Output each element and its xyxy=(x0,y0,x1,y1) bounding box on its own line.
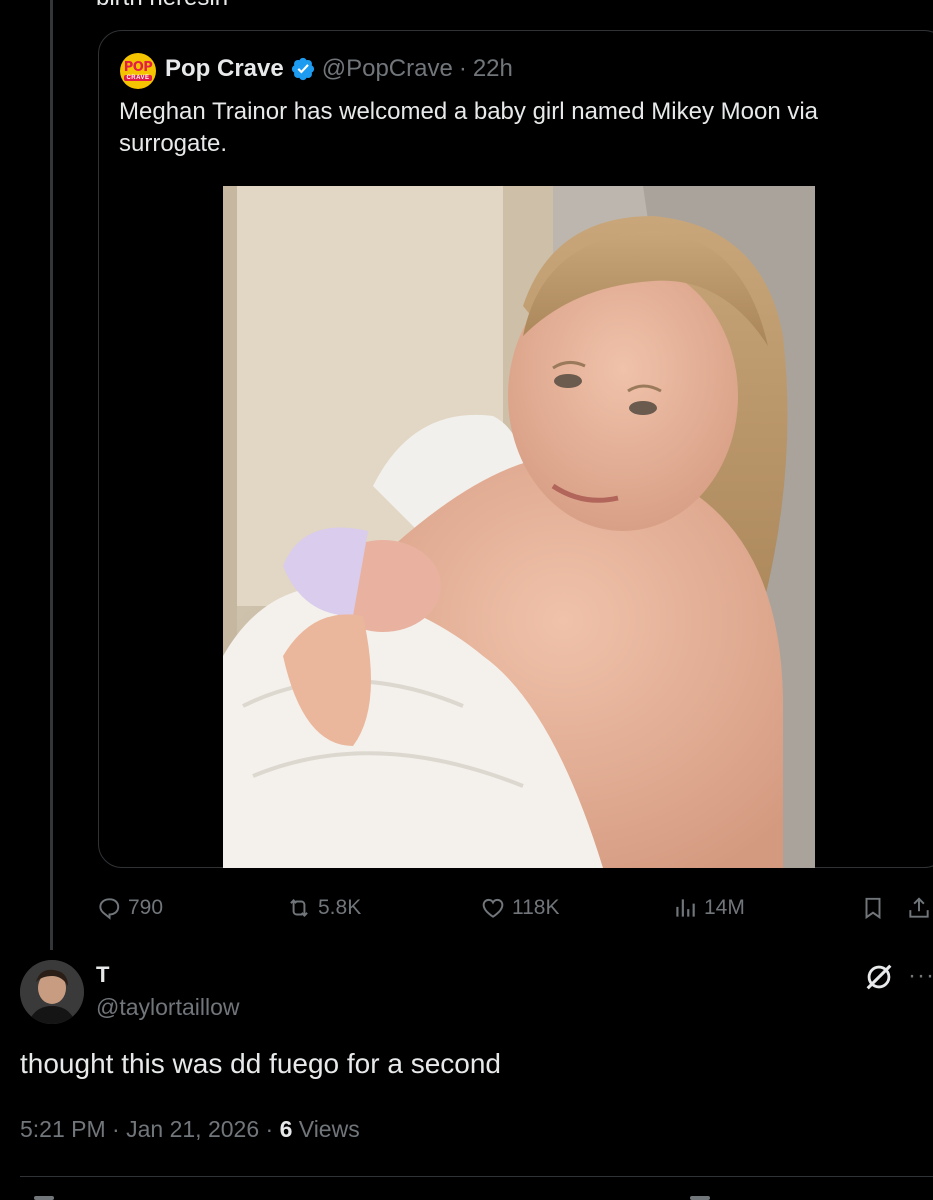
photo-illustration xyxy=(223,186,815,868)
bottom-icon-peek xyxy=(690,1196,710,1200)
cutoff-tweet-text: birth heresin xyxy=(96,0,228,12)
tweet-detail-page: birth heresin POP CRAVE Pop Crave @PopCr… xyxy=(0,0,933,1200)
repost-icon xyxy=(290,899,308,917)
repost-count: 5.8K xyxy=(318,896,362,919)
grok-icon[interactable] xyxy=(862,960,896,994)
avatar-logo-subtext: CRAVE xyxy=(124,75,152,81)
avatar-logo-text: POP xyxy=(123,60,153,75)
views-icon xyxy=(676,899,695,917)
like-count: 118K xyxy=(512,896,560,919)
header-separator: · xyxy=(458,55,467,82)
views-button[interactable]: 14M xyxy=(672,888,745,928)
like-button[interactable]: 118K xyxy=(480,888,560,928)
reply-author-avatar[interactable] xyxy=(20,960,84,1024)
tweet-metadata: 5:21 PM · Jan 21, 2026 · 6 Views xyxy=(20,1116,360,1143)
tweet-time[interactable]: 5:21 PM xyxy=(20,1116,106,1142)
bottom-icon-peek xyxy=(34,1196,54,1200)
tweet-views-count: 6 xyxy=(279,1116,293,1142)
repost-button[interactable]: 5.8K xyxy=(286,888,361,928)
quoted-author-handle[interactable]: @PopCrave xyxy=(322,55,453,83)
reply-author-name[interactable]: T xyxy=(96,962,109,988)
section-divider xyxy=(20,1176,933,1177)
verified-badge-icon xyxy=(290,56,316,82)
reply-tweet-text: thought this was dd fuego for a second xyxy=(20,1048,501,1079)
bookmark-icon xyxy=(865,897,881,920)
quoted-tweet-time[interactable]: 22h xyxy=(473,55,513,83)
quoted-tweet-photo[interactable] xyxy=(223,186,815,868)
reply-icon xyxy=(99,898,120,920)
quoted-author-name[interactable]: Pop Crave xyxy=(165,55,284,83)
tweet-date[interactable]: Jan 21, 2026 xyxy=(126,1116,259,1142)
more-options-icon[interactable]: ··· xyxy=(908,962,933,990)
bookmark-button[interactable] xyxy=(860,888,886,928)
share-icon xyxy=(909,897,929,918)
tweet-views-label: Views xyxy=(298,1116,360,1142)
tweet-action-bar: 790 5.8K 118K 14M xyxy=(0,888,933,928)
reply-button[interactable]: 790 xyxy=(96,888,163,928)
share-button[interactable] xyxy=(906,888,932,928)
avatar-photo xyxy=(20,960,84,1024)
reply-count: 790 xyxy=(128,896,164,919)
meta-separator-1: · xyxy=(112,1116,120,1142)
thread-connector-line xyxy=(50,0,53,950)
reply-author-handle[interactable]: @taylortaillow xyxy=(96,994,240,1021)
views-count: 14M xyxy=(704,896,745,919)
meta-separator-2: · xyxy=(265,1116,274,1142)
quoted-tweet-header: Pop Crave @PopCrave · 22h xyxy=(165,54,513,84)
quoted-tweet-text: Meghan Trainor has welcomed a baby girl … xyxy=(119,98,819,157)
quoted-author-avatar[interactable]: POP CRAVE xyxy=(120,53,156,89)
like-icon xyxy=(482,898,504,918)
